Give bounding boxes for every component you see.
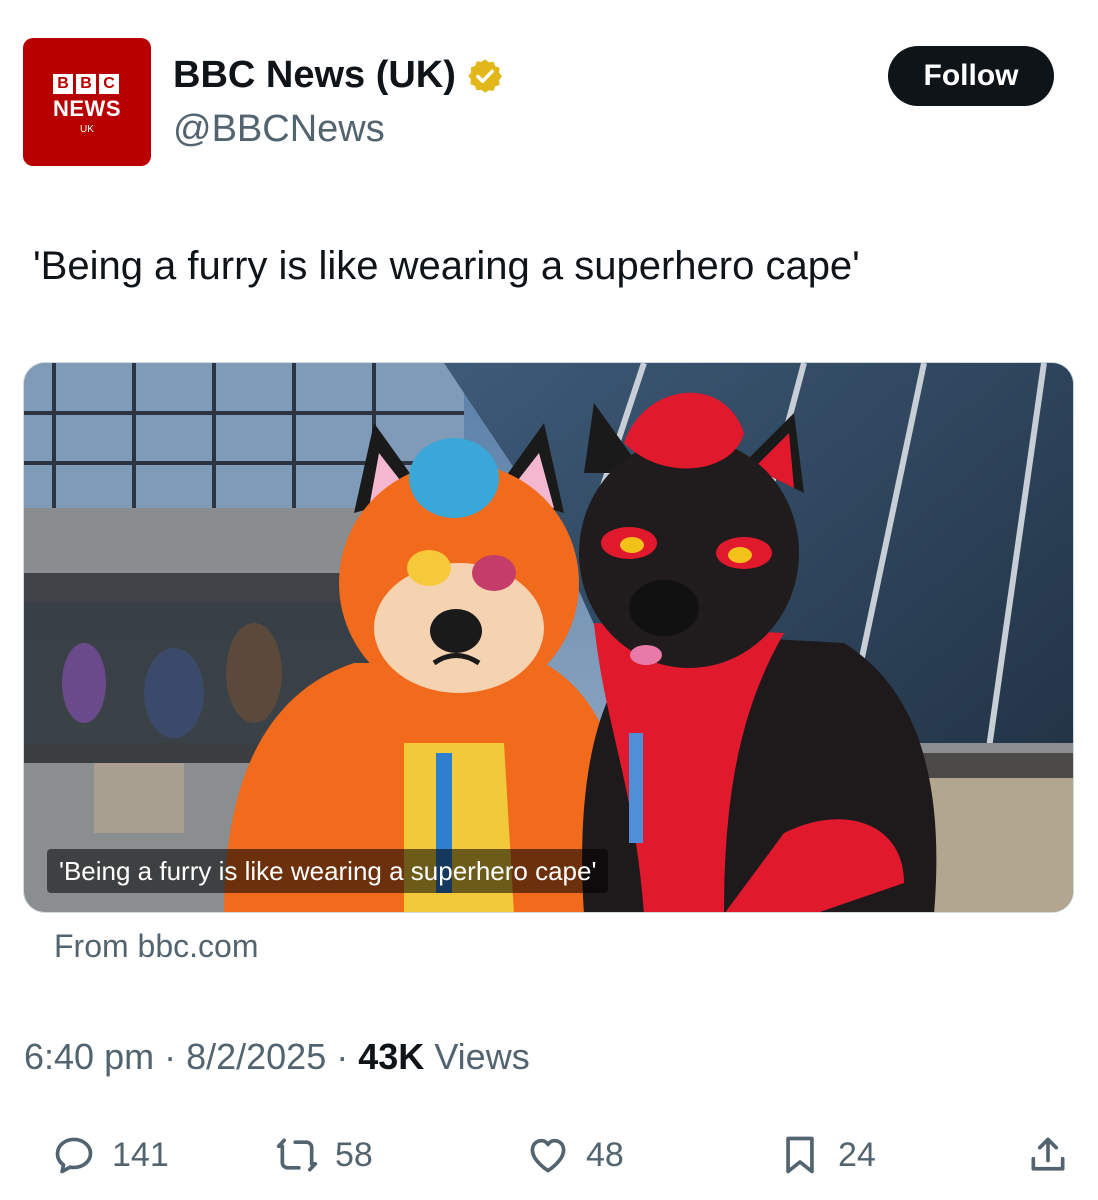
meta-separator: ·: [336, 1036, 359, 1077]
verified-badge-icon: [468, 58, 502, 93]
author-handle[interactable]: @BBCNews: [173, 108, 385, 151]
retweet-icon: [276, 1138, 318, 1172]
reply-icon: [55, 1137, 93, 1174]
share-button[interactable]: [1026, 1120, 1070, 1190]
bbc-logo-news: NEWS: [53, 96, 121, 121]
author-display-name[interactable]: BBC News (UK): [173, 54, 456, 97]
bbc-logo: B B C: [53, 74, 119, 94]
bbc-logo-block: B: [76, 74, 96, 94]
tweet-date[interactable]: 8/2/2025: [186, 1036, 326, 1077]
bbc-logo-block: C: [99, 74, 119, 94]
like-button[interactable]: 48: [526, 1120, 624, 1190]
retweet-button[interactable]: 58: [275, 1120, 373, 1190]
meta-separator: ·: [164, 1036, 187, 1077]
reply-button[interactable]: 141: [52, 1120, 169, 1190]
bbc-logo-block: B: [53, 74, 73, 94]
link-source[interactable]: From bbc.com: [54, 928, 258, 965]
author-avatar[interactable]: B B C NEWS UK: [23, 38, 151, 166]
article-photo: [24, 363, 1073, 912]
like-count: 48: [586, 1135, 624, 1174]
author-name-row[interactable]: BBC News (UK): [173, 54, 504, 97]
link-card[interactable]: 'Being a furry is like wearing a superhe…: [23, 362, 1074, 913]
tweet-meta: 6:40 pm · 8/2/2025 · 43K Views: [24, 1036, 530, 1078]
action-bar: 141 58 48 24: [0, 1120, 1098, 1190]
tweet-time[interactable]: 6:40 pm: [24, 1036, 154, 1077]
bookmark-button[interactable]: 24: [778, 1120, 876, 1190]
image-caption: 'Being a furry is like wearing a superhe…: [47, 849, 609, 893]
views-label: Views: [434, 1036, 530, 1077]
views-count: 43K: [358, 1036, 425, 1077]
reply-count: 141: [112, 1135, 169, 1174]
tweet-text: 'Being a furry is like wearing a superhe…: [33, 244, 860, 288]
bookmark-icon: [786, 1136, 814, 1174]
bbc-logo-region: UK: [80, 124, 94, 135]
retweet-count: 58: [335, 1135, 373, 1174]
follow-button[interactable]: Follow: [888, 46, 1054, 106]
share-icon: [1031, 1137, 1065, 1171]
bookmark-count: 24: [838, 1135, 876, 1174]
heart-icon: [530, 1138, 566, 1173]
